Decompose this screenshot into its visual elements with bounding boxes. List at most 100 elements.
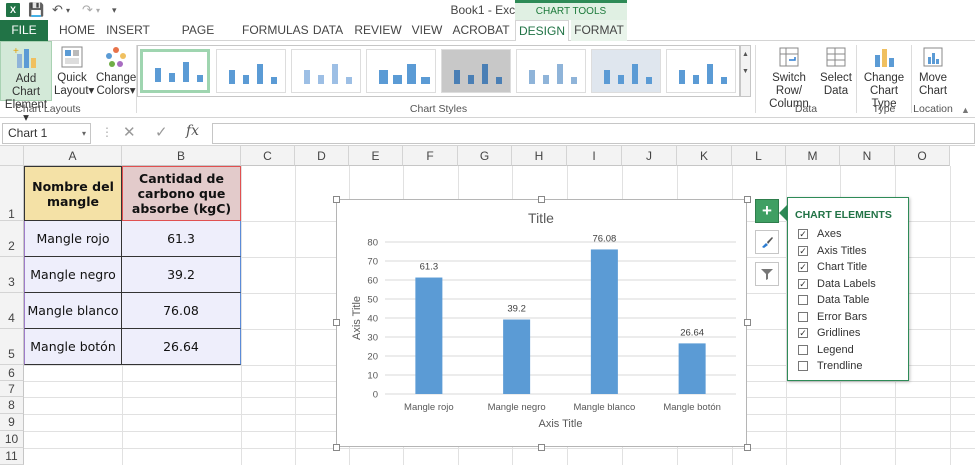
name-box-dropdown-icon[interactable]: ▾ bbox=[82, 124, 86, 143]
checkbox-unchecked-icon[interactable] bbox=[798, 361, 808, 371]
resize-handle[interactable] bbox=[538, 196, 545, 203]
select-data-button[interactable]: Select Data bbox=[820, 45, 852, 98]
column-header-o[interactable]: O bbox=[895, 146, 950, 166]
row-header-5[interactable]: 5 bbox=[0, 329, 24, 365]
tab-data[interactable]: DATA bbox=[308, 20, 348, 41]
tab-formulas[interactable]: FORMULAS bbox=[242, 20, 309, 41]
chart-element-trendline[interactable]: Trendline bbox=[798, 359, 862, 373]
quick-layout-button[interactable]: Quick Layout▾ bbox=[54, 45, 94, 98]
column-header-m[interactable]: M bbox=[786, 146, 840, 166]
cell-b3[interactable]: 39.2 bbox=[122, 257, 241, 293]
chart-element-legend[interactable]: Legend bbox=[798, 343, 854, 357]
resize-handle[interactable] bbox=[744, 319, 751, 326]
change-colors-button[interactable]: Change Colors▾ bbox=[96, 45, 136, 98]
bar-chart[interactable]: Title 0 10 20 30 40 50 60 70 80 61.3 Mangle rojo 39.… bbox=[337, 200, 746, 446]
column-header-n[interactable]: N bbox=[840, 146, 895, 166]
cancel-icon[interactable]: ✕ bbox=[123, 123, 136, 141]
more-styles-icon[interactable]: ▼ bbox=[742, 68, 749, 75]
chart-element-gridlines[interactable]: ✓ Gridlines bbox=[798, 326, 860, 340]
chart-style-8[interactable] bbox=[666, 49, 736, 93]
add-chart-element-button[interactable]: + Add Chart Element ▾ bbox=[0, 41, 52, 124]
column-header-k[interactable]: K bbox=[677, 146, 732, 166]
row-header-3[interactable]: 3 bbox=[0, 257, 24, 293]
tab-review[interactable]: REVIEW bbox=[354, 20, 402, 41]
resize-handle[interactable] bbox=[333, 444, 340, 451]
chart-element-axes[interactable]: ✓ Axes bbox=[798, 227, 841, 241]
row-header-6[interactable]: 6 bbox=[0, 365, 24, 381]
chart-elements-button[interactable]: + bbox=[755, 199, 779, 223]
tab-view[interactable]: VIEW bbox=[408, 20, 446, 41]
column-header-f[interactable]: F bbox=[403, 146, 458, 166]
cell-b2[interactable]: 61.3 bbox=[122, 221, 241, 257]
row-header-11[interactable]: 11 bbox=[0, 448, 24, 465]
column-header-e[interactable]: E bbox=[349, 146, 403, 166]
header-cell-a1[interactable]: Nombre del mangle bbox=[24, 166, 122, 221]
column-header-d[interactable]: D bbox=[295, 146, 349, 166]
checkbox-checked-icon[interactable]: ✓ bbox=[798, 245, 808, 256]
collapse-ribbon-icon[interactable]: ▲ bbox=[961, 105, 970, 115]
chart-style-5[interactable] bbox=[441, 49, 511, 93]
chart-styles-scroll[interactable]: ▲ ▼ bbox=[740, 45, 751, 97]
chart-style-4[interactable] bbox=[366, 49, 436, 93]
cell-b4[interactable]: 76.08 bbox=[122, 293, 241, 329]
checkbox-checked-icon[interactable]: ✓ bbox=[798, 278, 808, 289]
chart-element-chart-title[interactable]: ✓ Chart Title bbox=[798, 260, 867, 274]
column-header-i[interactable]: I bbox=[567, 146, 622, 166]
chart-element-data-table[interactable]: Data Table bbox=[798, 293, 869, 307]
cell-a3[interactable]: Mangle negro bbox=[24, 257, 122, 293]
insert-function-icon[interactable]: fx bbox=[186, 123, 199, 139]
checkbox-unchecked-icon[interactable] bbox=[798, 311, 808, 322]
chart-element-data-labels[interactable]: ✓ Data Labels bbox=[798, 277, 876, 291]
tab-insert[interactable]: INSERT bbox=[104, 20, 152, 41]
switch-row-column-button[interactable]: Switch Row/ Column bbox=[758, 45, 820, 111]
name-box[interactable]: Chart 1 ▾ bbox=[2, 123, 91, 144]
resize-handle[interactable] bbox=[538, 444, 545, 451]
move-chart-button[interactable]: Move Chart bbox=[913, 45, 953, 98]
resize-handle[interactable] bbox=[744, 196, 751, 203]
formula-input[interactable] bbox=[212, 123, 975, 144]
tab-home[interactable]: HOME bbox=[56, 20, 98, 41]
chart-style-6[interactable] bbox=[516, 49, 586, 93]
row-header-9[interactable]: 9 bbox=[0, 414, 24, 431]
checkbox-checked-icon[interactable]: ✓ bbox=[798, 328, 808, 338]
resize-handle[interactable] bbox=[333, 196, 340, 203]
chart-style-7[interactable] bbox=[591, 49, 661, 93]
row-header-10[interactable]: 10 bbox=[0, 431, 24, 448]
cell-b5[interactable]: 26.64 bbox=[122, 329, 241, 365]
tab-file[interactable]: FILE bbox=[0, 20, 48, 41]
tab-design[interactable]: DESIGN bbox=[515, 20, 569, 42]
change-chart-type-button[interactable]: Change Chart Type bbox=[858, 45, 910, 111]
column-header-l[interactable]: L bbox=[732, 146, 786, 166]
checkbox-unchecked-icon[interactable] bbox=[798, 344, 808, 355]
checkbox-unchecked-icon[interactable] bbox=[798, 295, 808, 305]
select-all-corner[interactable] bbox=[0, 146, 24, 166]
enter-icon[interactable]: ✓ bbox=[155, 123, 168, 141]
resize-handle[interactable] bbox=[744, 444, 751, 451]
column-header-c[interactable]: C bbox=[241, 146, 295, 166]
column-header-a[interactable]: A bbox=[24, 146, 122, 166]
tab-page-layout[interactable]: PAGE LAYOUT bbox=[158, 20, 238, 57]
tab-format[interactable]: FORMAT bbox=[571, 20, 627, 41]
column-header-b[interactable]: B bbox=[122, 146, 241, 166]
row-header-4[interactable]: 4 bbox=[0, 293, 24, 329]
checkbox-checked-icon[interactable]: ✓ bbox=[798, 262, 808, 272]
chart-styles-button[interactable] bbox=[755, 230, 779, 254]
column-header-h[interactable]: H bbox=[512, 146, 567, 166]
chart-style-3[interactable] bbox=[291, 49, 361, 93]
checkbox-checked-icon[interactable]: ✓ bbox=[798, 229, 808, 239]
cell-a5[interactable]: Mangle botón bbox=[24, 329, 122, 365]
chart-filters-button[interactable] bbox=[755, 262, 779, 286]
chart-element-error-bars[interactable]: Error Bars bbox=[798, 310, 867, 324]
row-header-8[interactable]: 8 bbox=[0, 397, 24, 414]
header-cell-b1[interactable]: Cantidad de carbono que absorbe (kgC) bbox=[122, 166, 241, 221]
tab-acrobat[interactable]: ACROBAT bbox=[452, 20, 510, 41]
scroll-up-icon[interactable]: ▲ bbox=[742, 51, 749, 58]
resize-handle[interactable] bbox=[333, 319, 340, 326]
column-header-g[interactable]: G bbox=[458, 146, 512, 166]
chart-style-1[interactable] bbox=[140, 49, 210, 93]
column-header-j[interactable]: J bbox=[622, 146, 677, 166]
row-header-7[interactable]: 7 bbox=[0, 381, 24, 397]
chart-style-2[interactable] bbox=[216, 49, 286, 93]
cell-a4[interactable]: Mangle blanco bbox=[24, 293, 122, 329]
chart-object[interactable]: Title 0 10 20 30 40 50 60 70 80 61.3 Mangle rojo 39.… bbox=[336, 199, 747, 447]
